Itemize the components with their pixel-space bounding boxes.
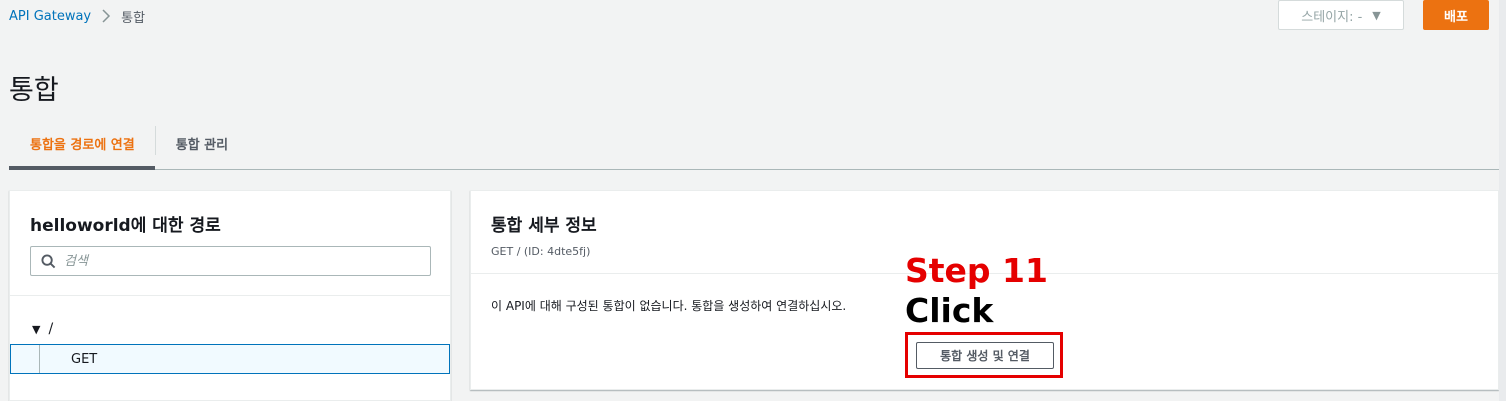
route-method-get[interactable]: GET: [10, 344, 450, 374]
deploy-button[interactable]: 배포: [1423, 0, 1489, 30]
empty-state-message: 이 API에 대해 구성된 통합이 없습니다. 통합을 생성하여 연결하십시오.: [491, 299, 847, 313]
search-box[interactable]: [30, 246, 431, 276]
tab-attach-integrations[interactable]: 통합을 경로에 연결: [9, 118, 155, 170]
tree-guide-line: [39, 345, 40, 373]
caret-down-icon: ▼: [1372, 8, 1381, 22]
routes-panel-header: helloworld에 대한 경로: [10, 191, 450, 296]
route-tree: ▼ / GET: [10, 316, 450, 374]
page-edge: [1499, 0, 1506, 401]
route-method-label: GET: [71, 351, 98, 367]
click-annotation: Click: [905, 291, 994, 330]
step-annotation: Step 11: [905, 251, 1048, 290]
chevron-right-icon: [101, 9, 111, 23]
search-input[interactable]: [64, 253, 414, 269]
tab-manage-integrations[interactable]: 통합 관리: [156, 118, 248, 169]
routes-panel: helloworld에 대한 경로 ▼ / GET: [9, 190, 451, 401]
page-title: 통합: [9, 75, 59, 106]
tab-bar: 통합을 경로에 연결 통합 관리: [9, 118, 1499, 170]
search-icon: [41, 253, 56, 268]
breadcrumb: API Gateway 통합: [9, 7, 146, 26]
create-and-attach-integration-button[interactable]: 통합 생성 및 연결: [916, 342, 1054, 369]
routes-panel-title: helloworld에 대한 경로: [30, 216, 221, 236]
triangle-down-icon: ▼: [32, 322, 41, 336]
stage-select-label: 스테이지: -: [1301, 9, 1363, 25]
route-root-path: /: [48, 321, 54, 337]
breadcrumb-current: 통합: [121, 10, 146, 26]
integration-details-title: 통합 세부 정보: [491, 216, 597, 236]
breadcrumb-api-gateway-link[interactable]: API Gateway: [9, 9, 91, 24]
route-tree-root[interactable]: ▼ /: [10, 316, 450, 342]
stage-select[interactable]: 스테이지: - ▼: [1278, 0, 1404, 30]
